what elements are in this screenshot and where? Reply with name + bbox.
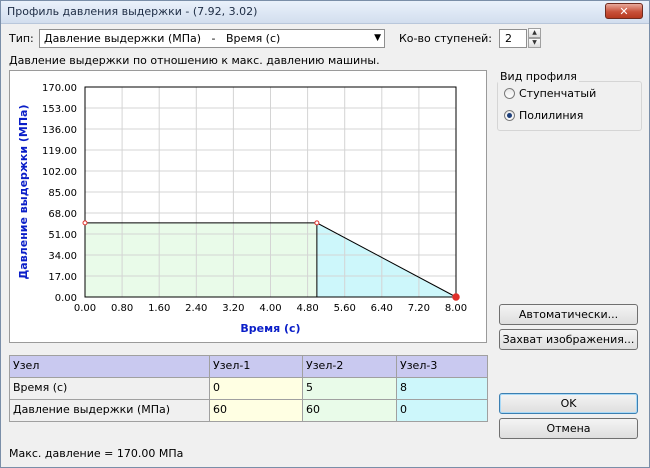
- radio-polyline-label[interactable]: Полилиния: [519, 109, 583, 122]
- x-tick-label: 5.60: [334, 303, 356, 314]
- auto-button[interactable]: Автоматически...: [499, 304, 638, 325]
- y-tick-label: 102.00: [42, 167, 77, 178]
- y-tick-label: 136.00: [42, 125, 77, 136]
- table-cell[interactable]: 60: [209, 399, 303, 422]
- column-header: Узел-3: [396, 355, 488, 378]
- max-pressure-label: Макс. давление = 170.00 МПа: [9, 447, 184, 460]
- close-button[interactable]: ✕: [605, 3, 643, 19]
- steps-spinner[interactable]: ▲ ▼: [528, 28, 541, 49]
- ok-button[interactable]: OK: [499, 393, 638, 414]
- y-tick-label: 153.00: [42, 104, 77, 115]
- profile-group-title: Вид профиля: [498, 70, 579, 83]
- node-marker: [314, 220, 320, 226]
- y-tick-label: 51.00: [48, 230, 77, 241]
- type-select-value: Давление выдержки (МПа) - Время (с): [44, 32, 281, 45]
- table-header-row: Узел Узел-1 Узел-2 Узел-3: [9, 355, 488, 378]
- table-cell[interactable]: 0: [209, 377, 303, 400]
- chart-caption: Давление выдержки по отношению к макс. д…: [9, 54, 380, 67]
- row-label: Давление выдержки (МПа): [9, 399, 210, 422]
- x-tick-label: 4.80: [296, 303, 318, 314]
- table-row: Давление выдержки (МПа) 60 60 0: [9, 399, 488, 422]
- y-tick-label: 0.00: [55, 293, 77, 304]
- capture-image-button[interactable]: Захват изображения...: [499, 329, 638, 350]
- profile-chart[interactable]: 0.00 0.80 1.60 2.40 3.20 4.00 4.80 5.60 6.40 7.20…: [10, 71, 486, 342]
- radio-stepped-label[interactable]: Ступенчатый: [519, 87, 596, 100]
- node-marker: [452, 293, 460, 301]
- radio-polyline[interactable]: [504, 110, 515, 121]
- x-tick-label: 2.40: [185, 303, 207, 314]
- chart-panel: 0.00 0.80 1.60 2.40 3.20 4.00 4.80 5.60 6.40 7.20…: [9, 70, 487, 343]
- column-header: Узел-2: [302, 355, 397, 378]
- steps-input[interactable]: 2: [499, 29, 527, 48]
- spin-down-icon[interactable]: ▼: [528, 38, 541, 48]
- radio-stepped[interactable]: [504, 88, 515, 99]
- y-tick-label: 85.00: [48, 188, 77, 199]
- node-marker: [82, 220, 88, 226]
- spin-up-icon[interactable]: ▲: [528, 28, 541, 38]
- x-tick-label: 8.00: [445, 303, 467, 314]
- x-tick-label: 1.60: [148, 303, 170, 314]
- dialog-window: Профиль давления выдержки - (7.92, 3.02)…: [0, 0, 650, 468]
- type-label: Тип:: [9, 32, 34, 45]
- y-tick-label: 34.00: [48, 251, 77, 262]
- nodes-table: Узел Узел-1 Узел-2 Узел-3 Время (с) 0 5 …: [9, 355, 488, 422]
- steps-label: Ко-во ступеней:: [399, 32, 492, 45]
- table-cell[interactable]: 5: [302, 377, 397, 400]
- row-label: Время (с): [9, 377, 210, 400]
- close-icon: ✕: [619, 5, 629, 18]
- type-select[interactable]: Давление выдержки (МПа) - Время (с) ▼: [39, 29, 385, 48]
- table-cell[interactable]: 0: [396, 399, 488, 422]
- y-tick-label: 119.00: [42, 146, 77, 157]
- column-header: Узел-1: [209, 355, 303, 378]
- x-tick-label: 0.00: [74, 303, 96, 314]
- x-tick-label: 4.00: [259, 303, 281, 314]
- x-tick-label: 0.80: [111, 303, 133, 314]
- dropdown-arrow-icon: ▼: [374, 33, 381, 43]
- cancel-button[interactable]: Отмена: [499, 418, 638, 439]
- window-title: Профиль давления выдержки - (7.92, 3.02): [7, 5, 258, 18]
- x-tick-label: 7.20: [408, 303, 430, 314]
- x-axis-title: Время (с): [240, 322, 300, 335]
- table-cell[interactable]: 8: [396, 377, 488, 400]
- table-cell[interactable]: 60: [302, 399, 397, 422]
- y-tick-label: 17.00: [48, 272, 77, 283]
- table-row: Время (с) 0 5 8: [9, 377, 488, 400]
- y-axis-title: Давление выдержки (МПа): [17, 104, 30, 279]
- x-tick-label: 3.20: [222, 303, 244, 314]
- y-tick-label: 170.00: [42, 83, 77, 94]
- column-header: Узел: [9, 355, 210, 378]
- title-bar: Профиль давления выдержки - (7.92, 3.02)…: [1, 1, 649, 24]
- x-tick-label: 6.40: [371, 303, 393, 314]
- y-tick-label: 68.00: [48, 209, 77, 220]
